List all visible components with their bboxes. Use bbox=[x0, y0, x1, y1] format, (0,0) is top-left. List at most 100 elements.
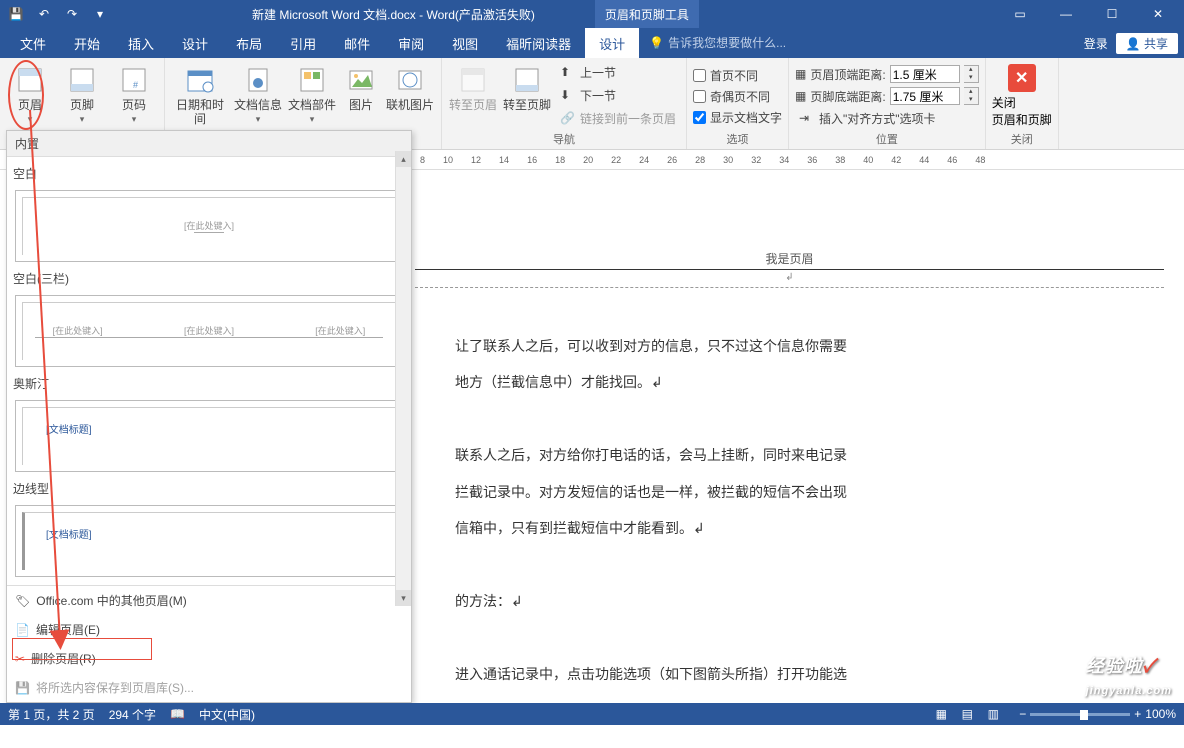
picture-icon bbox=[345, 64, 377, 96]
group-position-label: 位置 bbox=[876, 131, 898, 147]
gallery-item-blank[interactable]: [在此处键入] bbox=[15, 190, 403, 262]
zoom-out-button[interactable]: − bbox=[1019, 707, 1026, 721]
contextual-tab-label: 页眉和页脚工具 bbox=[595, 0, 699, 28]
up-arrow-icon: ⬆ bbox=[560, 65, 576, 81]
tellme-input[interactable]: 💡告诉我您想要做什么... bbox=[649, 28, 786, 58]
print-layout-icon[interactable]: ▤ bbox=[955, 705, 979, 723]
gallery-item-sideline[interactable]: [文档标题] bbox=[15, 505, 403, 577]
ribbon-display-icon[interactable]: ▭ bbox=[998, 0, 1042, 28]
tab-icon: ⇥ bbox=[799, 111, 815, 127]
gallery-section-builtin: 内置 bbox=[7, 131, 411, 157]
undo-icon[interactable]: ↶ bbox=[32, 3, 56, 25]
close-hf-icon: ✕ bbox=[1008, 64, 1036, 92]
docinfo-icon bbox=[242, 64, 274, 96]
tab-home[interactable]: 开始 bbox=[60, 28, 114, 58]
footer-bottom-input[interactable] bbox=[890, 87, 960, 105]
close-window-icon[interactable]: ✕ bbox=[1136, 0, 1180, 28]
edit-header[interactable]: 📄编辑页眉(E) bbox=[7, 615, 411, 644]
svg-text:#: # bbox=[133, 80, 138, 90]
header-button[interactable]: 页眉▾ bbox=[6, 62, 54, 127]
picture-button[interactable]: 图片 bbox=[341, 62, 381, 114]
gallery-cat-sideline: 边线型 bbox=[11, 476, 407, 501]
gallery-scrollbar[interactable]: ▴ ▾ bbox=[395, 151, 411, 606]
online-picture-icon bbox=[394, 64, 426, 96]
tab-mailings[interactable]: 邮件 bbox=[330, 28, 384, 58]
web-layout-icon[interactable]: ▥ bbox=[981, 705, 1005, 723]
group-navigation-label: 导航 bbox=[553, 131, 575, 147]
header-icon bbox=[14, 64, 46, 96]
tab-foxit[interactable]: 福昕阅读器 bbox=[492, 28, 585, 58]
watermark: 经验啦✓ jingyanla.com bbox=[1086, 652, 1172, 699]
header-top-label: 页眉顶端距离: bbox=[810, 66, 885, 83]
group-close-label: 关闭 bbox=[1011, 131, 1033, 147]
goto-header-icon bbox=[457, 64, 489, 96]
status-words[interactable]: 294 个字 bbox=[109, 706, 156, 723]
gallery-item-blank3[interactable]: [在此处键入][在此处键入][在此处键入] bbox=[15, 295, 403, 367]
edit-icon: 📄 bbox=[15, 623, 30, 637]
close-header-footer-button[interactable]: ✕ 关闭 页眉和页脚 bbox=[992, 62, 1052, 130]
header-region[interactable]: 我是页眉 ↲ bbox=[415, 170, 1164, 288]
tab-file[interactable]: 文件 bbox=[6, 28, 60, 58]
datetime-button[interactable]: 日期和时间 bbox=[171, 62, 229, 128]
header-text[interactable]: 我是页眉 bbox=[415, 250, 1164, 267]
save-icon[interactable]: 💾 bbox=[4, 3, 28, 25]
read-mode-icon[interactable]: ▦ bbox=[929, 705, 953, 723]
header-margin-icon: ▦ bbox=[795, 67, 806, 81]
link-icon: 🔗 bbox=[560, 111, 576, 127]
show-doctext-checkbox[interactable]: 显示文档文字 bbox=[693, 108, 782, 127]
header-gallery-dropdown: 内置 空白 [在此处键入] 空白(三栏) [在此处键入][在此处键入][在此处键… bbox=[6, 130, 412, 703]
page-number-button[interactable]: # 页码▾ bbox=[110, 62, 158, 127]
tab-design[interactable]: 设计 bbox=[168, 28, 222, 58]
goto-footer-button[interactable]: 转至页脚 bbox=[502, 62, 552, 114]
footer-bottom-label: 页脚底端距离: bbox=[810, 88, 885, 105]
online-picture-button[interactable]: 联机图片 bbox=[385, 62, 435, 114]
goto-footer-icon bbox=[511, 64, 543, 96]
docinfo-button[interactable]: 文档信息▾ bbox=[233, 62, 283, 127]
document-area[interactable]: 我是页眉 ↲ 让了联系人之后，可以收到对方的信息，只不过这个信息你需要 地方（拦… bbox=[415, 170, 1164, 701]
different-first-checkbox[interactable]: 首页不同 bbox=[693, 66, 782, 85]
insert-align-tab-button[interactable]: ⇥插入"对齐方式"选项卡 bbox=[795, 108, 979, 129]
tab-review[interactable]: 审阅 bbox=[384, 28, 438, 58]
minimize-icon[interactable]: — bbox=[1044, 0, 1088, 28]
page-number-icon: # bbox=[118, 64, 150, 96]
footer-icon bbox=[66, 64, 98, 96]
status-language[interactable]: 中文(中国) bbox=[199, 706, 255, 723]
redo-icon[interactable]: ↷ bbox=[60, 3, 84, 25]
header-top-input[interactable] bbox=[890, 65, 960, 83]
header-top-spinner[interactable]: ▴▾ bbox=[964, 65, 979, 83]
tab-references[interactable]: 引用 bbox=[276, 28, 330, 58]
different-oddeven-checkbox[interactable]: 奇偶页不同 bbox=[693, 87, 782, 106]
tab-view[interactable]: 视图 bbox=[438, 28, 492, 58]
zoom-in-button[interactable]: + bbox=[1134, 707, 1141, 721]
prev-section-button[interactable]: ⬆上一节 bbox=[556, 62, 680, 83]
footer-bottom-spinner[interactable]: ▴▾ bbox=[964, 87, 979, 105]
docparts-button[interactable]: 文档部件▾ bbox=[287, 62, 337, 127]
building-blocks-icon bbox=[296, 64, 328, 96]
status-page[interactable]: 第 1 页，共 2 页 bbox=[8, 706, 95, 723]
gallery-item-austin[interactable]: [文档标题] bbox=[15, 400, 403, 472]
zoom-level[interactable]: 100% bbox=[1145, 707, 1176, 721]
delete-icon: ✂ bbox=[15, 652, 25, 666]
goto-header-button: 转至页眉 bbox=[448, 62, 498, 114]
tab-design-contextual[interactable]: 设计 bbox=[585, 28, 639, 58]
maximize-icon[interactable]: ☐ bbox=[1090, 0, 1134, 28]
footer-margin-icon: ▦ bbox=[795, 89, 806, 103]
qat-more-icon[interactable]: ▾ bbox=[88, 3, 112, 25]
tab-insert[interactable]: 插入 bbox=[114, 28, 168, 58]
share-button[interactable]: 👤 共享 bbox=[1116, 33, 1178, 54]
calendar-icon bbox=[184, 64, 216, 96]
next-section-button[interactable]: ⬇下一节 bbox=[556, 85, 680, 106]
footer-button[interactable]: 页脚▾ bbox=[58, 62, 106, 127]
save-to-icon: 💾 bbox=[15, 681, 30, 695]
spellcheck-icon[interactable]: 📖 bbox=[170, 707, 185, 721]
gallery-cat-blank3: 空白(三栏) bbox=[11, 266, 407, 291]
gallery-cat-austin: 奥斯汀 bbox=[11, 371, 407, 396]
tab-layout[interactable]: 布局 bbox=[222, 28, 276, 58]
gallery-cat-blank: 空白 bbox=[11, 161, 407, 186]
group-options-label: 选项 bbox=[727, 131, 749, 147]
remove-header[interactable]: ✂删除页眉(R) bbox=[7, 644, 411, 673]
save-to-gallery: 💾将所选内容保存到页眉库(S)... bbox=[7, 673, 411, 702]
login-link[interactable]: 登录 bbox=[1084, 35, 1108, 52]
zoom-slider[interactable] bbox=[1030, 713, 1130, 716]
more-office-headers[interactable]: 🏷Office.com 中的其他页眉(M) bbox=[7, 586, 411, 615]
